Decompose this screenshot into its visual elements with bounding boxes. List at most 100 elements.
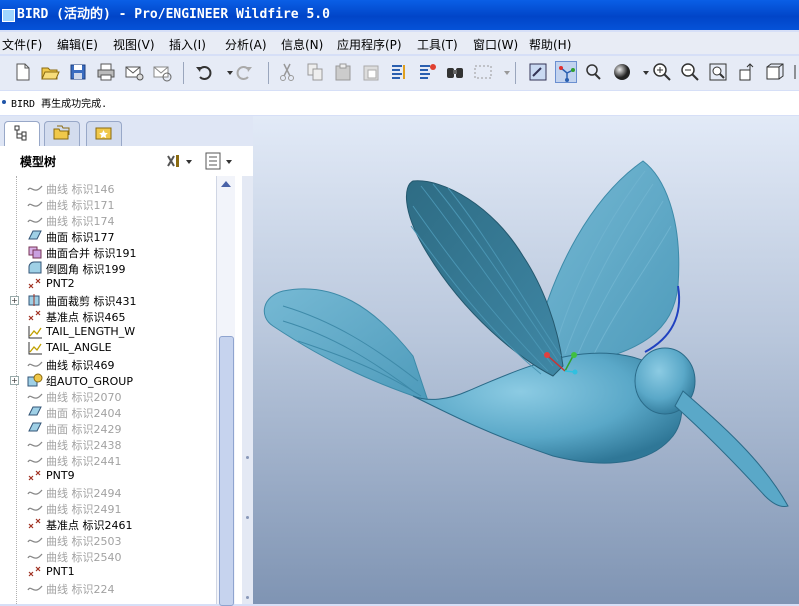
- open-icon[interactable]: [39, 61, 61, 83]
- reorient-icon[interactable]: [735, 61, 757, 83]
- tree-item[interactable]: PNT9: [0, 468, 216, 484]
- datum-point-icon: [27, 565, 43, 579]
- find-icon[interactable]: [444, 61, 466, 83]
- tree-item-label: 倒圆角 标识199: [46, 263, 126, 276]
- tree-item[interactable]: 曲线 标识224: [0, 580, 216, 596]
- scroll-thumb[interactable]: [219, 336, 234, 606]
- email-icon[interactable]: [123, 61, 145, 83]
- surface-icon: [27, 421, 43, 435]
- graphics-window[interactable]: [253, 116, 799, 604]
- tree-item[interactable]: 曲面 标识2404: [0, 404, 216, 420]
- regenerate-icon[interactable]: [388, 61, 410, 83]
- tree-item[interactable]: 曲线 标识171: [0, 196, 216, 212]
- tree-item-label: 曲面 标识2429: [46, 423, 122, 436]
- saved-views-icon[interactable]: [763, 61, 785, 83]
- favorites-tab[interactable]: [86, 121, 122, 146]
- tree-item-label: 曲线 标识171: [46, 199, 115, 212]
- tree-item[interactable]: TAIL_ANGLE: [0, 340, 216, 356]
- tree-item[interactable]: 曲线 标识2503: [0, 532, 216, 548]
- app-icon[interactable]: [2, 9, 15, 22]
- tree-item[interactable]: TAIL_LENGTH_W: [0, 324, 216, 340]
- tree-item[interactable]: PNT1: [0, 564, 216, 580]
- panel-splitter[interactable]: [242, 176, 253, 604]
- tree-item-label: 基准点 标识2461: [46, 519, 133, 532]
- spin-center-icon[interactable]: [555, 61, 577, 83]
- repaint-icon[interactable]: [527, 61, 549, 83]
- folder-browser-tab[interactable]: [44, 121, 80, 146]
- layers-icon[interactable]: [787, 61, 797, 83]
- tree-item-label: 曲线 标识174: [46, 215, 115, 228]
- paste-icon[interactable]: [332, 61, 354, 83]
- model-tree-tab[interactable]: [4, 121, 40, 146]
- email-link-icon[interactable]: [151, 61, 173, 83]
- tree-item[interactable]: 曲线 标识146: [0, 180, 216, 196]
- curve-icon: [27, 213, 43, 227]
- status-message: BIRD 再生成功完成.: [11, 99, 108, 110]
- menu-file[interactable]: 文件(F): [2, 36, 42, 53]
- tree-item-label: 曲面 标识2404: [46, 407, 122, 420]
- paste-special-icon[interactable]: [360, 61, 382, 83]
- shading-icon[interactable]: [611, 61, 633, 83]
- window-title: BIRD (活动的) - Pro/ENGINEER Wildfire 5.0: [17, 7, 330, 22]
- navigator-tabs: [0, 116, 253, 146]
- select-dropdown-icon[interactable]: [496, 61, 510, 83]
- tree-item[interactable]: + 组AUTO_GROUP: [0, 372, 216, 388]
- menu-view[interactable]: 视图(V): [113, 36, 155, 53]
- menu-applications[interactable]: 应用程序(P): [337, 36, 402, 53]
- shading-dropdown-icon[interactable]: [635, 61, 649, 83]
- select-box-icon[interactable]: [472, 61, 494, 83]
- tree-item-label: PNT2: [46, 277, 75, 290]
- copy-icon[interactable]: [304, 61, 326, 83]
- undo-icon[interactable]: [193, 61, 215, 83]
- menu-tools[interactable]: 工具(T): [417, 36, 458, 53]
- expand-icon[interactable]: +: [10, 296, 19, 305]
- tree-item[interactable]: 倒圆角 标识199: [0, 260, 216, 276]
- save-icon[interactable]: [67, 61, 89, 83]
- cut-icon[interactable]: [276, 61, 298, 83]
- menu-insert[interactable]: 插入(I): [169, 36, 206, 53]
- print-icon[interactable]: [95, 61, 117, 83]
- orientation-mode-icon[interactable]: [583, 61, 605, 83]
- tree-item[interactable]: 曲线 标识469: [0, 356, 216, 372]
- tree-item-label: 曲线 标识146: [46, 183, 115, 196]
- tree-item[interactable]: 曲线 标识2070: [0, 388, 216, 404]
- tree-settings-icon[interactable]: [164, 152, 196, 170]
- tree-item[interactable]: 基准点 标识465: [0, 308, 216, 324]
- menu-window[interactable]: 窗口(W): [473, 36, 518, 53]
- tree-item[interactable]: 曲线 标识2441: [0, 452, 216, 468]
- tree-item[interactable]: 曲线 标识2438: [0, 436, 216, 452]
- expand-icon[interactable]: +: [10, 376, 19, 385]
- tree-item[interactable]: 曲线 标识2494: [0, 484, 216, 500]
- round-icon: [27, 261, 43, 275]
- curve-icon: [27, 485, 43, 499]
- tree-item[interactable]: 曲线 标识2491: [0, 500, 216, 516]
- show-menu-icon[interactable]: [204, 152, 236, 170]
- tree-item[interactable]: 曲面 标识177: [0, 228, 216, 244]
- tree-item[interactable]: 曲面 标识2429: [0, 420, 216, 436]
- undo-dropdown-icon[interactable]: [219, 61, 233, 83]
- tree-item[interactable]: 曲线 标识2540: [0, 548, 216, 564]
- tree-item-label: 曲线 标识2438: [46, 439, 122, 452]
- redo-icon[interactable]: [233, 61, 255, 83]
- new-icon[interactable]: [11, 61, 33, 83]
- tree-item-label: 曲线 标识2441: [46, 455, 122, 468]
- tree-scrollbar[interactable]: [216, 176, 235, 606]
- menu-help[interactable]: 帮助(H): [529, 36, 571, 53]
- message-bullet-icon: [2, 100, 6, 104]
- menu-edit[interactable]: 编辑(E): [57, 36, 98, 53]
- zoom-out-icon[interactable]: [679, 61, 701, 83]
- menu-info[interactable]: 信息(N): [281, 36, 323, 53]
- curve-icon: [27, 453, 43, 467]
- tree-item[interactable]: 曲线 标识174: [0, 212, 216, 228]
- regen-manager-icon[interactable]: [416, 61, 438, 83]
- tree-item[interactable]: + 曲面裁剪 标识431: [0, 292, 216, 308]
- zoom-in-icon[interactable]: [651, 61, 673, 83]
- tree-item[interactable]: PNT2: [0, 276, 216, 292]
- tree-item-label: 曲线 标识224: [46, 583, 115, 596]
- scroll-up-icon[interactable]: [221, 181, 231, 187]
- title-bar: BIRD (活动的) - Pro/ENGINEER Wildfire 5.0: [0, 0, 799, 30]
- menu-analysis[interactable]: 分析(A): [225, 36, 267, 53]
- tree-item[interactable]: 基准点 标识2461: [0, 516, 216, 532]
- refit-icon[interactable]: [707, 61, 729, 83]
- tree-item[interactable]: 曲面合并 标识191: [0, 244, 216, 260]
